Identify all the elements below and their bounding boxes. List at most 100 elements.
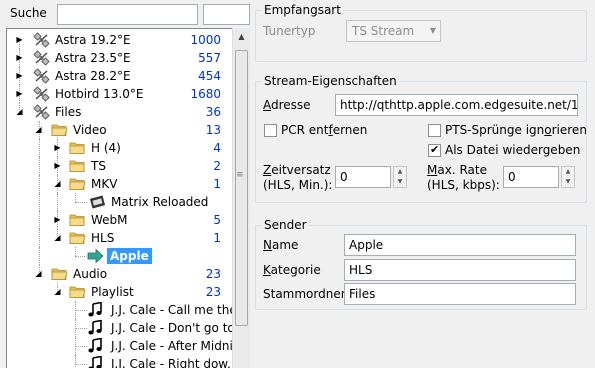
expand-arrow-icon[interactable]: ▶ (53, 143, 62, 153)
spin-up-icon[interactable]: ▲ (562, 167, 574, 177)
root-folder-input[interactable]: Files (344, 283, 576, 305)
properties-pane: Empfangsart Tunertyp TS Stream ▼ Stream-… (255, 0, 595, 368)
tree-item-count: 23 (205, 267, 221, 281)
name-label: Name (263, 238, 299, 252)
tuner-type-value: TS Stream (352, 24, 415, 38)
expand-arrow-icon[interactable]: ▶ (15, 53, 24, 63)
category-value: HLS (349, 263, 373, 277)
tree-item-count: 1 (213, 231, 221, 245)
collapse-arrow-icon[interactable]: ◢ (53, 179, 62, 189)
tree-item-audio[interactable]: ◢ Audio 23 (7, 265, 233, 283)
tuner-type-select[interactable]: TS Stream ▼ (346, 20, 441, 42)
play-as-file-checkbox[interactable]: ✔ (428, 143, 441, 157)
tree-item-label: Video (73, 123, 107, 137)
tree-scrollbar[interactable]: ▲ (232, 28, 250, 368)
collapse-arrow-icon[interactable]: ◢ (34, 269, 43, 279)
tree-item-astra-23[interactable]: ▶ Astra 23.5°E 557 (7, 49, 233, 67)
tree-item-label: Astra 19.2°E (55, 33, 131, 47)
music-note-icon (87, 338, 104, 354)
tree-item-webm[interactable]: ▶ WebM 5 (7, 211, 233, 229)
checkmark-icon: ✔ (430, 143, 440, 156)
collapse-arrow-icon[interactable]: ◢ (34, 125, 43, 135)
pcr-remove-checkbox[interactable] (264, 124, 277, 137)
tree-item-track[interactable]: J.J. Cale - Right dow... (7, 355, 238, 368)
channel-tree[interactable]: ▶ Astra 19.2°E 1000 ▶ Astra 23.5°E 557 ▶… (6, 28, 250, 368)
tree-item-mkv[interactable]: ◢ MKV 1 (7, 175, 233, 193)
tree-item-track[interactable]: J.J. Cale - After Midni... (7, 337, 244, 355)
tree-item-label: Astra 23.5°E (55, 51, 131, 65)
collapse-arrow-icon[interactable]: ◢ (15, 107, 24, 117)
tree-item-count: 13 (205, 123, 221, 137)
tree-item-label: Playlist (91, 285, 134, 299)
satellite-icon (33, 86, 50, 102)
stream-group-title: Stream-Eigenschaften (262, 74, 399, 88)
pts-ignore-label: PTS-Sprünge ignorieren (445, 123, 587, 137)
tree-item-hotbird[interactable]: ▶ Hotbird 13.0°E 1680 (7, 85, 233, 103)
tree-item-track[interactable]: J.J. Cale - Don't go to... (7, 319, 246, 337)
music-note-icon (87, 302, 104, 318)
tree-item-label: WebM (91, 213, 128, 227)
time-offset-input[interactable]: 0 (335, 166, 391, 188)
tree-item-playlist[interactable]: ◢ Playlist 23 (7, 283, 233, 301)
satellite-icon (33, 50, 50, 66)
expand-arrow-icon[interactable]: ▶ (53, 161, 62, 171)
pcr-remove-label: PCR entfernen (281, 123, 368, 137)
max-rate-label: Max. Rate (427, 163, 487, 177)
tree-item-hls[interactable]: ◢ HLS 1 (7, 229, 233, 247)
tuner-type-label: Tunertyp (263, 24, 316, 38)
time-offset-spinner[interactable]: ▲ ▼ (393, 166, 407, 188)
tree-item-label: Matrix Reloaded (111, 195, 209, 209)
address-label: Adresse (263, 98, 311, 112)
tree-item-label: Audio (73, 267, 108, 281)
play-as-file-label: Als Datei wiedergeben (445, 143, 581, 157)
tree-item-label: MKV (91, 177, 118, 191)
root-folder-label: Stammordner (263, 287, 346, 301)
time-offset-unit-label: (HLS, Min.): (263, 178, 333, 192)
tree-item-files[interactable]: ◢ Files 36 (7, 103, 233, 121)
max-rate-input[interactable]: 0 (503, 166, 559, 188)
pts-ignore-checkbox[interactable] (428, 124, 441, 137)
expand-arrow-icon[interactable]: ▶ (15, 71, 24, 81)
tree-item-track[interactable]: J.J. Cale - Call me the... (7, 301, 248, 319)
max-rate-spinner[interactable]: ▲ ▼ (561, 166, 575, 188)
max-rate-value: 0 (508, 170, 516, 184)
tree-item-label: J.J. Cale - After Midni... (111, 339, 245, 353)
time-offset-label: Zeitversatz (263, 163, 331, 177)
tree-item-astra-19[interactable]: ▶ Astra 19.2°E 1000 (7, 31, 233, 49)
expand-arrow-icon[interactable]: ▶ (53, 215, 62, 225)
tree-item-count: 5 (213, 213, 221, 227)
collapse-arrow-icon[interactable]: ◢ (53, 233, 62, 243)
tree-item-video[interactable]: ◢ Video 13 (7, 121, 233, 139)
folder-open-icon (69, 230, 86, 246)
name-value: Apple (349, 238, 384, 252)
splitter-grip-icon[interactable]: ≡ (236, 170, 246, 180)
search-input[interactable] (57, 4, 198, 25)
channel-pane: Suche ▶ Astra 19.2°E 1000 ▶ Astra 23.5°E… (0, 0, 250, 368)
tree-item-matrix-reloaded[interactable]: Matrix Reloaded (7, 193, 233, 211)
expand-arrow-icon[interactable]: ▶ (15, 35, 24, 45)
scroll-up-arrow-icon[interactable]: ▲ (233, 28, 250, 45)
category-input[interactable]: HLS (344, 259, 576, 281)
spin-down-icon[interactable]: ▼ (562, 177, 574, 187)
spin-down-icon[interactable]: ▼ (394, 177, 406, 187)
expand-arrow-icon[interactable]: ▶ (15, 89, 24, 99)
root-folder-value: Files (349, 287, 376, 301)
reception-group-title: Empfangsart (262, 3, 343, 17)
folder-icon (69, 158, 86, 174)
spin-up-icon[interactable]: ▲ (394, 167, 406, 177)
collapse-arrow-icon[interactable]: ◢ (53, 287, 62, 297)
tree-item-label: TS (91, 159, 106, 173)
tree-item-astra-28[interactable]: ▶ Astra 28.2°E 454 (7, 67, 233, 85)
tree-item-ts[interactable]: ▶ TS 2 (7, 157, 233, 175)
music-note-icon (87, 356, 104, 368)
tree-item-h[interactable]: ▶ H (4) 4 (7, 139, 233, 157)
tree-item-label: J.J. Cale - Don't go to... (111, 321, 246, 335)
tree-item-label: J.J. Cale - Call me the... (111, 303, 249, 317)
search-filter-input[interactable] (203, 4, 250, 25)
tree-item-apple[interactable]: Apple (7, 247, 233, 265)
address-input[interactable]: http://qthttp.apple.com.edgesuite.net/10… (335, 94, 578, 116)
name-input[interactable]: Apple (344, 234, 576, 256)
scrollbar-thumb[interactable] (235, 50, 248, 326)
tree-item-label: J.J. Cale - Right dow... (111, 357, 239, 368)
time-offset-value: 0 (340, 170, 348, 184)
